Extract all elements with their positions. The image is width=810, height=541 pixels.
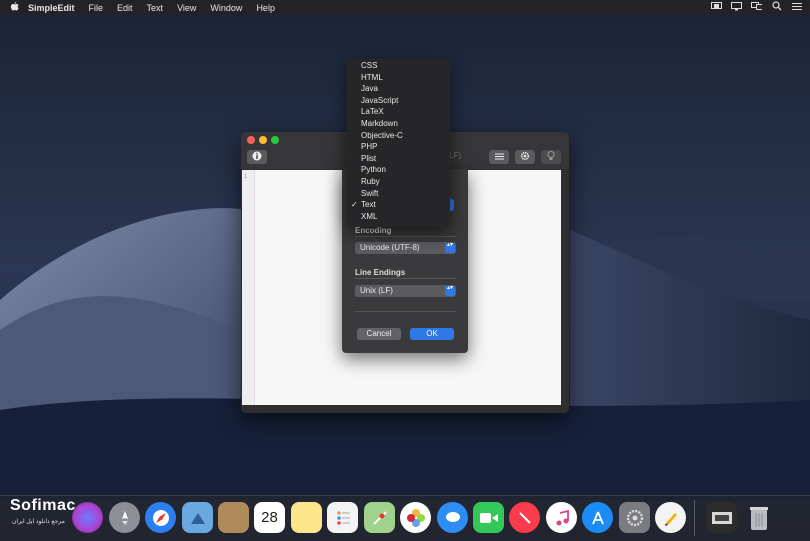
- language-menu-item[interactable]: PHP: [347, 141, 450, 153]
- language-menu-item[interactable]: Swift: [347, 188, 450, 200]
- menu-app-name[interactable]: SimpleEdit: [28, 3, 75, 13]
- encoding-separator: [355, 236, 456, 237]
- brand-subtitle: مرجع دانلود اپل ایران: [12, 519, 65, 525]
- language-menu: CSS HTML Java JavaScript LaTeX Markdown …: [347, 59, 450, 227]
- control-center-icon[interactable]: [791, 1, 802, 11]
- lightbulb-icon: [547, 151, 555, 163]
- itunes-icon[interactable]: [546, 502, 577, 533]
- format-button[interactable]: [489, 150, 509, 164]
- calendar-date: 28: [261, 509, 278, 526]
- encoding-popup[interactable]: Unicode (UTF-8) ▴▾: [355, 242, 456, 254]
- language-menu-item[interactable]: LaTeX: [347, 106, 450, 118]
- facetime-icon[interactable]: [473, 502, 504, 533]
- selected-language-label: Text: [361, 200, 376, 210]
- settings-button[interactable]: [515, 150, 535, 164]
- dock-separator: [694, 500, 695, 536]
- news-icon[interactable]: [509, 502, 540, 533]
- menu-text[interactable]: Text: [147, 3, 164, 13]
- monitor-icon[interactable]: [731, 1, 742, 11]
- popup-arrows-icon: ▴▾: [445, 285, 455, 296]
- popup-arrows-icon: ▴▾: [445, 242, 455, 253]
- apple-logo-icon[interactable]: [0, 1, 28, 14]
- system-preferences-icon[interactable]: [619, 502, 650, 533]
- close-window-button[interactable]: [247, 136, 255, 144]
- language-menu-item[interactable]: Markdown: [347, 118, 450, 130]
- info-icon: [252, 151, 262, 163]
- language-menu-item[interactable]: HTML: [347, 72, 450, 84]
- menu-help[interactable]: Help: [256, 3, 275, 13]
- info-button[interactable]: [247, 150, 267, 164]
- line-endings-label: Line Endings: [355, 268, 406, 277]
- messages-icon[interactable]: [437, 502, 468, 533]
- language-menu-item[interactable]: Ruby: [347, 176, 450, 188]
- language-menu-item[interactable]: Plist: [347, 153, 450, 165]
- language-menu-item[interactable]: JavaScript: [347, 95, 450, 107]
- language-menu-item[interactable]: CSS: [347, 60, 450, 72]
- gear-icon: [520, 151, 530, 163]
- menu-window[interactable]: Window: [210, 3, 242, 13]
- window-title: LF): [449, 151, 461, 160]
- line-number-gutter: 1: [242, 170, 255, 405]
- language-menu-item[interactable]: Objective-C: [347, 130, 450, 142]
- launchpad-icon[interactable]: [109, 502, 140, 533]
- encoding-value: Unicode (UTF-8): [360, 243, 420, 252]
- app-store-icon[interactable]: [582, 502, 613, 533]
- buttons-separator: [355, 311, 456, 312]
- display-mirroring-icon[interactable]: [711, 1, 722, 11]
- photos-icon[interactable]: [400, 502, 431, 533]
- ok-button[interactable]: OK: [410, 328, 454, 340]
- menu-bar: SimpleEdit File Edit Text View Window He…: [0, 0, 810, 15]
- encoding-label: Encoding: [355, 226, 392, 235]
- menu-edit[interactable]: Edit: [117, 3, 133, 13]
- airplay-icon[interactable]: [751, 1, 762, 11]
- siri-icon[interactable]: [72, 502, 103, 533]
- preview-button[interactable]: [541, 150, 561, 164]
- line-number: 1: [244, 174, 248, 180]
- simpleedit-dock-icon[interactable]: [655, 502, 686, 533]
- menu-view[interactable]: View: [177, 3, 196, 13]
- notes-icon[interactable]: [291, 502, 322, 533]
- checkmark-icon: ✓: [351, 200, 358, 210]
- language-menu-item[interactable]: Java: [347, 83, 450, 95]
- minimize-window-button[interactable]: [259, 136, 267, 144]
- brand-name: Sofimac: [10, 497, 76, 514]
- language-menu-item[interactable]: Python: [347, 164, 450, 176]
- notebook-icon[interactable]: [218, 502, 249, 533]
- downloads-stack-icon[interactable]: [706, 502, 737, 533]
- calendar-icon[interactable]: 28: [254, 502, 285, 533]
- trash-icon[interactable]: [743, 502, 774, 533]
- mail-stamp-icon[interactable]: [182, 502, 213, 533]
- line-endings-value: Unix (LF): [360, 286, 393, 295]
- line-endings-popup[interactable]: Unix (LF) ▴▾: [355, 285, 456, 297]
- safari-icon[interactable]: [145, 502, 176, 533]
- lines-icon: [494, 152, 504, 162]
- maps-icon[interactable]: [364, 502, 395, 533]
- line-endings-separator: [355, 278, 456, 279]
- menu-file[interactable]: File: [89, 3, 104, 13]
- cancel-button[interactable]: Cancel: [357, 328, 401, 340]
- reminders-icon[interactable]: [327, 502, 358, 533]
- language-menu-item[interactable]: XML: [347, 211, 450, 223]
- search-icon[interactable]: [771, 1, 782, 11]
- language-menu-item-selected[interactable]: ✓ Text: [347, 199, 450, 211]
- zoom-window-button[interactable]: [271, 136, 279, 144]
